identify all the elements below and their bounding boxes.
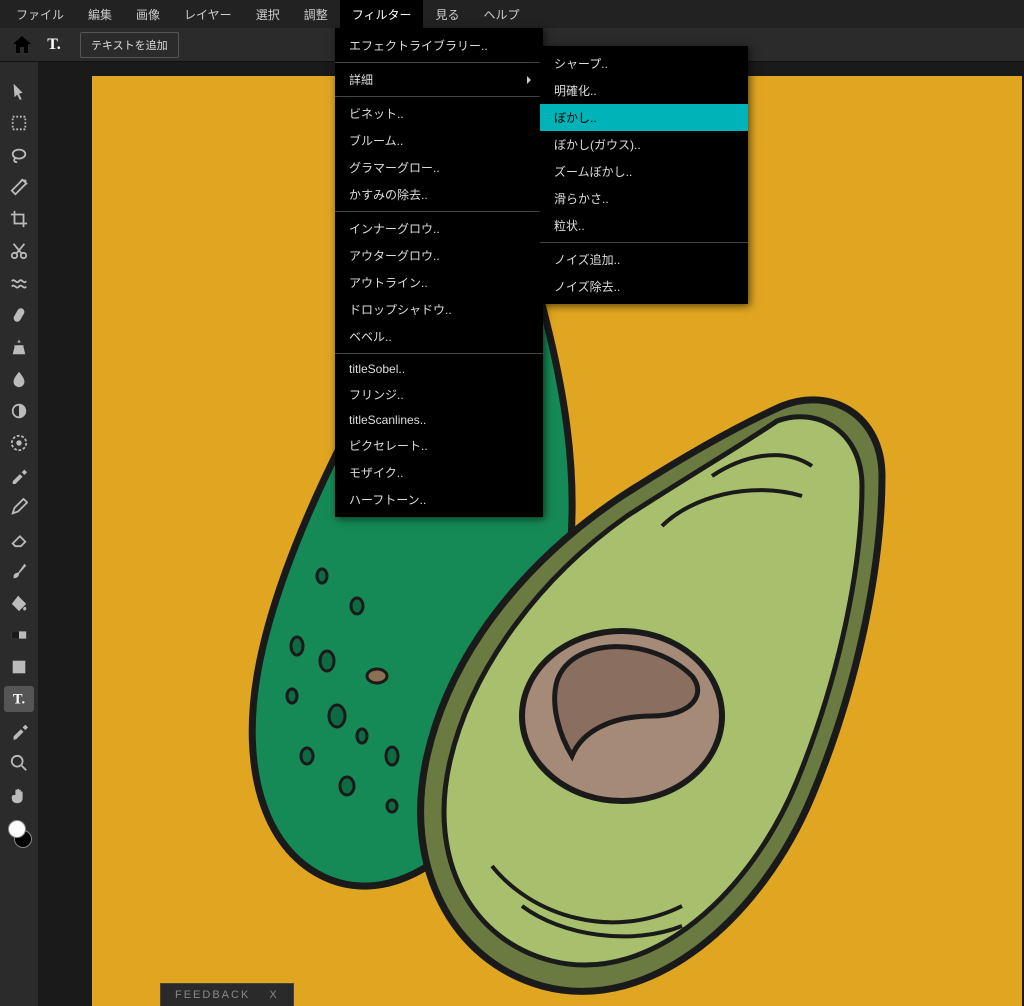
gradient-tool[interactable] [4,622,34,648]
menu-2[interactable]: 画像 [124,0,172,29]
filter-sub-item-3[interactable]: ぼかし(ガウス).. [540,131,748,158]
filter-item-16[interactable]: ハーフトーン.. [335,486,543,513]
filter-item-11[interactable]: titleSobel.. [335,357,543,381]
colorpick-tool[interactable] [4,462,34,488]
filter-item-8[interactable]: アウトライン.. [335,269,543,296]
filter-sub-item-4[interactable]: ズームぼかし.. [540,158,748,185]
filter-item-5[interactable]: かすみの除去.. [335,181,543,208]
zoom-tool[interactable] [4,750,34,776]
filter-item-9[interactable]: ドロップシャドウ.. [335,296,543,323]
menu-1[interactable]: 編集 [76,0,124,29]
pen-tool[interactable] [4,494,34,520]
marquee-tool[interactable] [4,110,34,136]
filter-item-14[interactable]: ピクセレート.. [335,432,543,459]
lasso-tool[interactable] [4,142,34,168]
fill-tool[interactable] [4,590,34,616]
filter-sub-item-2[interactable]: ぼかし.. [540,104,748,131]
filter-item-7[interactable]: アウターグロウ.. [335,242,543,269]
menu-4[interactable]: 選択 [244,0,292,29]
add-text-button[interactable]: テキストを追加 [80,32,179,58]
eyedropper-tool[interactable] [4,718,34,744]
menu-7[interactable]: 見る [423,0,471,29]
filter-item-10[interactable]: ベベル.. [335,323,543,350]
close-icon[interactable]: X [269,989,278,1001]
dodge-tool[interactable] [4,398,34,424]
wand-tool[interactable] [4,174,34,200]
separator [335,353,543,354]
menu-3[interactable]: レイヤー [172,0,244,29]
blur-tool[interactable] [4,366,34,392]
separator [335,96,543,97]
feedback-label: FEEDBACK [175,989,250,1001]
filter-item-3[interactable]: ブルーム.. [335,127,543,154]
feedback-tab[interactable]: FEEDBACK X [160,983,294,1006]
filter-sub-item-5[interactable]: 滑らかさ.. [540,185,748,212]
filter-sub-item-0[interactable]: シャープ.. [540,50,748,77]
separator [335,211,543,212]
text-tool-icon[interactable]: T. [42,33,66,57]
fg-color-swatch[interactable] [8,820,26,838]
menu-0[interactable]: ファイル [4,0,76,29]
filter-item-12[interactable]: フリンジ.. [335,381,543,408]
sponge-tool[interactable] [4,430,34,456]
filter-item-15[interactable]: モザイク.. [335,459,543,486]
filter-sub-item-6[interactable]: 粒状.. [540,212,748,239]
tool-sidebar: T. [0,62,38,1006]
filter-item-0[interactable]: エフェクトライブラリー.. [335,32,543,59]
menu-8[interactable]: ヘルプ [472,0,532,29]
menu-5[interactable]: 調整 [292,0,340,29]
crop-tool[interactable] [4,206,34,232]
eraser-tool[interactable] [4,526,34,552]
color-swatches[interactable] [6,820,32,850]
clone-tool[interactable] [4,334,34,360]
filter-sub-item-1[interactable]: 明確化.. [540,77,748,104]
shape-tool[interactable] [4,654,34,680]
liquify-tool[interactable] [4,270,34,296]
menu-6[interactable]: フィルター [340,0,424,29]
filter-sub-item-7[interactable]: ノイズ追加.. [540,246,748,273]
filter-item-13[interactable]: titleScanlines.. [335,408,543,432]
cut-tool[interactable] [4,238,34,264]
svg-text:T.: T. [13,692,25,708]
menubar: ファイル編集画像レイヤー選択調整フィルター見るヘルプ [0,0,1024,28]
filter-item-2[interactable]: ビネット.. [335,100,543,127]
separator [540,242,748,243]
filter-menu-dropdown: エフェクトライブラリー.. 詳細ビネット..ブルーム..グラマーグロー..かすみの… [335,28,543,517]
separator [335,62,543,63]
filter-item-6[interactable]: インナーグロウ.. [335,215,543,242]
home-icon[interactable] [10,33,34,57]
brush-tool[interactable] [4,558,34,584]
text-tool[interactable]: T. [4,686,34,712]
filter-sub-item-8[interactable]: ノイズ除去.. [540,273,748,300]
filter-item-4[interactable]: グラマーグロー.. [335,154,543,181]
arrow-tool[interactable] [4,78,34,104]
filter-detail-submenu: シャープ..明確化..ぼかし..ぼかし(ガウス)..ズームぼかし..滑らかさ..… [540,46,748,304]
heal-tool[interactable] [4,302,34,328]
filter-item-1[interactable]: 詳細 [335,66,543,93]
hand-tool[interactable] [4,782,34,808]
